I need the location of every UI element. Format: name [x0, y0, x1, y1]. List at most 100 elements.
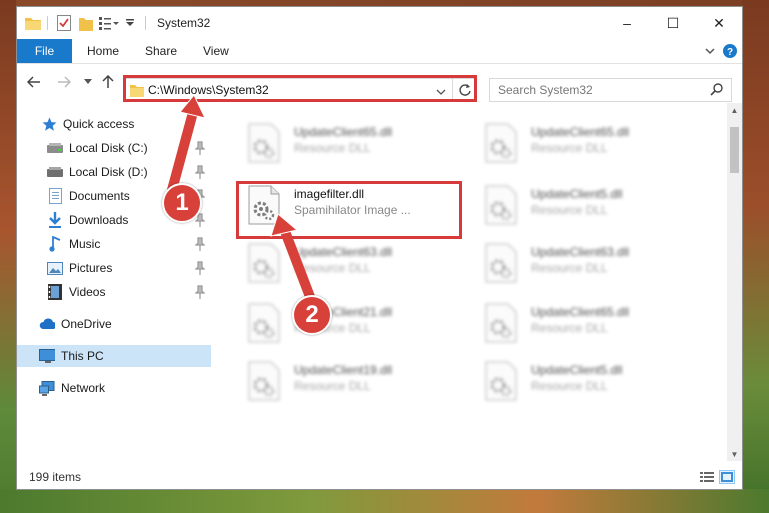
pin-icon[interactable]	[194, 237, 206, 251]
file-name: UpdateClient5.dll	[531, 187, 623, 201]
dll-file-icon	[485, 185, 517, 225]
star-icon	[41, 116, 57, 132]
network-icon	[39, 380, 55, 396]
tab-share[interactable]: Share	[145, 39, 177, 63]
sidebar-item-label: Documents	[69, 189, 130, 203]
file-name: UpdateClient65.dll	[294, 125, 393, 139]
file-name: UpdateClient65.dll	[531, 125, 630, 139]
file-list: UpdateClient65.dll Resource DLL UpdateCl…	[212, 103, 727, 461]
recent-locations-icon[interactable]	[79, 73, 97, 91]
item-count: 199 items	[29, 470, 82, 484]
sidebar-item-onedrive[interactable]: OneDrive	[17, 313, 211, 335]
properties-icon[interactable]	[57, 15, 71, 31]
file-highlight	[236, 181, 462, 239]
videos-icon	[47, 284, 63, 300]
scrollbar-thumb[interactable]	[730, 127, 739, 173]
scroll-down-icon[interactable]: ▼	[727, 447, 742, 461]
sidebar-item-quick-access[interactable]: Quick access	[17, 113, 211, 135]
scroll-up-icon[interactable]: ▲	[727, 103, 742, 117]
minimize-button[interactable]: –	[604, 7, 650, 39]
navigation-bar: C:\Windows\System32 Search System32	[17, 64, 742, 102]
sidebar-item-label: Local Disk (C:)	[69, 141, 148, 155]
sidebar-item-label: Local Disk (D:)	[69, 165, 148, 179]
desktop-background-right	[742, 0, 769, 513]
file-description: Resource DLL	[294, 141, 371, 155]
pin-icon[interactable]	[194, 261, 206, 275]
details-view-icon[interactable]	[699, 470, 715, 484]
pin-icon[interactable]	[194, 165, 206, 179]
file-description: Resource DLL	[531, 203, 608, 217]
file-description: Resource DLL	[531, 261, 608, 275]
list-item[interactable]: UpdateClient5.dll Resource DLL	[479, 357, 699, 405]
drive-icon	[47, 140, 63, 156]
navigation-pane: Quick access Local Disk (C:) Local Disk …	[17, 103, 211, 461]
sidebar-item-local-disk-c[interactable]: Local Disk (C:)	[17, 137, 211, 159]
sidebar-item-pictures[interactable]: Pictures	[17, 257, 211, 279]
file-description: Resource DLL	[294, 379, 371, 393]
maximize-button[interactable]: ☐	[650, 7, 696, 39]
search-icon[interactable]	[710, 83, 723, 99]
divider	[47, 15, 48, 31]
list-item[interactable]: UpdateClient63.dll Resource DLL	[242, 239, 462, 287]
dll-file-icon	[485, 123, 517, 163]
window-title: System32	[157, 16, 211, 30]
folder-icon[interactable]	[25, 15, 41, 31]
search-input[interactable]: Search System32	[489, 78, 732, 102]
sidebar-item-label: This PC	[61, 349, 104, 363]
list-item[interactable]: UpdateClient5.dll Resource DLL	[479, 181, 699, 229]
new-folder-icon[interactable]	[79, 15, 93, 31]
list-item[interactable]: UpdateClient21.dll Resource DLL	[242, 299, 462, 347]
close-button[interactable]: ✕	[696, 7, 742, 39]
tab-home[interactable]: Home	[87, 39, 119, 63]
dll-file-icon	[248, 303, 280, 343]
sidebar-item-local-disk-d[interactable]: Local Disk (D:)	[17, 161, 211, 183]
sidebar-item-label: Pictures	[69, 261, 113, 275]
sidebar-item-network[interactable]: Network	[17, 377, 211, 399]
up-arrow-icon[interactable]	[99, 73, 117, 91]
dll-file-icon	[485, 303, 517, 343]
download-icon	[47, 212, 63, 228]
search-placeholder: Search System32	[498, 83, 593, 97]
sidebar-item-label: Downloads	[69, 213, 129, 227]
sidebar-item-videos[interactable]: Videos	[17, 281, 211, 303]
pin-icon[interactable]	[194, 141, 206, 155]
svg-text:?: ?	[727, 47, 733, 58]
sidebar-item-label: Network	[61, 381, 106, 395]
file-explorer-window: System32 – ☐ ✕ File Home Share View ? C:…	[16, 6, 743, 490]
dll-file-icon	[485, 361, 517, 401]
dll-file-icon	[248, 243, 280, 283]
file-name: UpdateClient65.dll	[531, 305, 630, 319]
file-name: UpdateClient19.dll	[294, 363, 393, 377]
tab-view[interactable]: View	[203, 39, 229, 63]
desktop-background-bottom	[0, 489, 769, 513]
sidebar-item-this-pc[interactable]: This PC	[17, 345, 211, 367]
list-item[interactable]: UpdateClient19.dll Resource DLL	[242, 357, 462, 405]
list-item[interactable]: UpdateClient65.dll Resource DLL	[479, 299, 699, 347]
pictures-icon	[47, 260, 63, 276]
pin-icon[interactable]	[194, 285, 206, 299]
list-item[interactable]: UpdateClient65.dll Resource DLL	[479, 119, 699, 167]
sidebar-item-label: Videos	[69, 285, 106, 299]
sidebar-item-music[interactable]: Music	[17, 233, 211, 255]
large-icons-view-icon[interactable]	[719, 470, 735, 484]
dll-file-icon	[248, 123, 280, 163]
sidebar-item-label: Music	[69, 237, 101, 251]
list-item[interactable]: UpdateClient63.dll Resource DLL	[479, 239, 699, 287]
file-name: UpdateClient63.dll	[294, 245, 393, 259]
customize-toolbar-icon[interactable]	[99, 15, 119, 31]
vertical-scrollbar[interactable]: ▲ ▼	[727, 103, 742, 461]
tab-file[interactable]: File	[17, 39, 72, 63]
sidebar-item-label: OneDrive	[61, 317, 112, 331]
file-name: UpdateClient5.dll	[531, 363, 623, 377]
cloud-icon	[39, 316, 55, 332]
help-icon[interactable]: ?	[723, 39, 737, 63]
divider	[145, 15, 146, 31]
chevron-down-icon[interactable]	[125, 15, 135, 31]
sidebar-item-label: Quick access	[63, 117, 135, 131]
file-description: Resource DLL	[294, 261, 371, 275]
list-item[interactable]: UpdateClient65.dll Resource DLL	[242, 119, 462, 167]
back-arrow-icon[interactable]	[25, 73, 43, 91]
desktop-background-left	[0, 0, 16, 513]
forward-arrow-icon[interactable]	[55, 73, 73, 91]
expand-ribbon-icon[interactable]	[705, 39, 715, 63]
